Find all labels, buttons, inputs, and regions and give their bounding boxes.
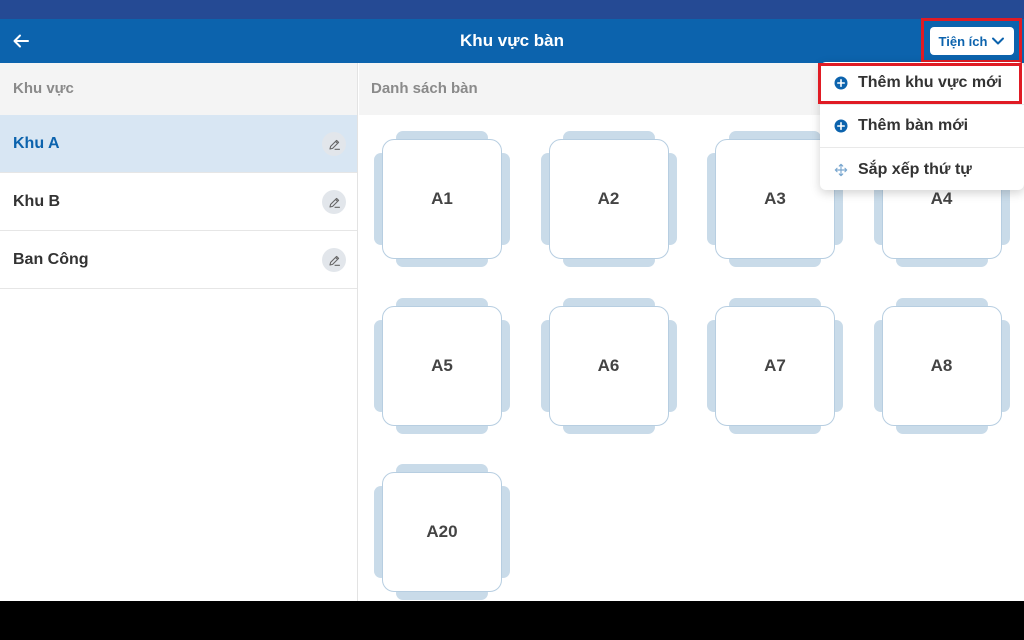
pencil-icon <box>328 139 340 150</box>
edit-area-button[interactable] <box>322 248 346 272</box>
table-label: A2 <box>548 139 669 259</box>
edit-area-button[interactable] <box>322 132 346 156</box>
menu-item-label: Thêm khu vực mới <box>858 74 1002 91</box>
utilities-label: Tiện ích <box>938 33 988 49</box>
status-bar <box>0 0 1024 19</box>
area-row[interactable]: Khu B <box>0 173 357 231</box>
table-label: A20 <box>382 472 502 592</box>
table-tile[interactable]: A5 <box>374 297 510 434</box>
table-tile[interactable]: A6 <box>540 297 677 434</box>
table-label: A3 <box>715 139 835 259</box>
table-tile[interactable]: A7 <box>707 297 843 434</box>
area-list: Khu A Khu B Ban Công <box>0 115 357 289</box>
menu-item[interactable]: Sắp xếp thứ tự <box>820 148 1024 191</box>
back-button[interactable] <box>6 26 36 56</box>
pencil-icon <box>328 197 340 208</box>
arrow-left-icon <box>13 34 29 48</box>
plus-circle-icon <box>834 119 848 133</box>
table-tile[interactable]: A1 <box>374 131 510 267</box>
page-title: Khu vực bàn <box>460 31 564 50</box>
area-row[interactable]: Ban Công <box>0 231 357 289</box>
utilities-dropdown-button[interactable]: Tiện ích <box>930 27 1014 55</box>
area-row[interactable]: Khu A <box>0 115 357 173</box>
table-tile[interactable]: A2 <box>540 131 677 267</box>
utilities-menu: Thêm khu vực mới Thêm bàn mới Sắp xếp thứ … <box>820 62 1024 190</box>
table-label: A5 <box>382 305 502 426</box>
pencil-icon <box>328 255 340 266</box>
table-tile[interactable]: A20 <box>374 464 510 600</box>
menu-item-label: Sắp xếp thứ tự <box>858 160 972 178</box>
area-label: Ban Công <box>13 251 89 268</box>
table-label: A8 <box>881 305 1002 426</box>
app-bar: Khu vực bàn <box>0 19 1024 63</box>
edit-area-button[interactable] <box>322 190 346 214</box>
area-label: Khu A <box>13 135 60 152</box>
area-label: Khu B <box>13 193 61 210</box>
table-label: A1 <box>382 139 502 259</box>
menu-item[interactable]: Thêm khu vực mới <box>820 62 1024 105</box>
table-label: A6 <box>548 305 669 426</box>
area-panel: Khu vực Khu A Khu B Ban Công <box>0 63 358 601</box>
move-icon <box>834 163 848 177</box>
table-label: A7 <box>715 305 835 426</box>
table-tile[interactable]: A8 <box>873 297 1010 434</box>
plus-circle-icon <box>834 76 848 90</box>
menu-item-label: Thêm bàn mới <box>858 117 969 134</box>
chevron-down-icon <box>992 37 1005 45</box>
menu-item[interactable]: Thêm bàn mới <box>820 105 1024 148</box>
system-navigation-bar <box>0 601 1024 640</box>
area-panel-header: Khu vực <box>0 63 357 115</box>
